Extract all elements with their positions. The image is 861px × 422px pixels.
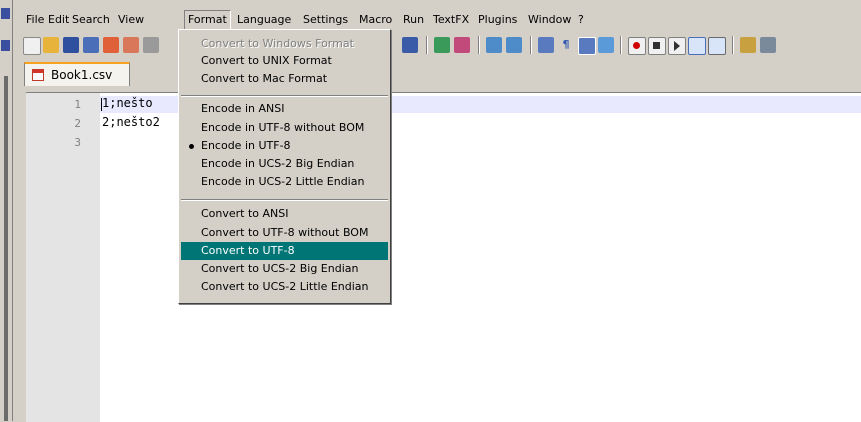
menu-textfx[interactable]: TextFX (433, 13, 469, 26)
plugin-tool-icon[interactable] (740, 37, 756, 53)
zoom-out-icon[interactable] (454, 37, 470, 53)
toolbar-separator (478, 36, 480, 54)
stop-macro-icon[interactable] (648, 37, 666, 55)
menu-item-convert-to-ucs2-little-endian[interactable]: Convert to UCS-2 Little Endian (181, 278, 388, 296)
menu-item-convert-to-mac-format[interactable]: Convert to Mac Format (181, 70, 388, 88)
menu-window[interactable]: Window (528, 13, 571, 26)
indent-guide-icon[interactable] (578, 37, 596, 55)
save-all-icon[interactable] (83, 37, 99, 53)
replace-icon[interactable] (402, 37, 418, 53)
word-wrap-icon[interactable] (538, 37, 554, 53)
menu-item-encode-in-ucs2-big-endian[interactable]: Encode in UCS-2 Big Endian (181, 155, 388, 173)
run-macro-multiple-icon[interactable] (688, 37, 706, 55)
toolbar-separator (620, 36, 622, 54)
menu-separator (181, 95, 388, 97)
menu-separator (181, 199, 388, 201)
menu-file[interactable]: File (26, 13, 44, 26)
menu-help[interactable]: ? (578, 13, 584, 26)
tab-book1-csv[interactable]: Book1.csv (24, 62, 130, 86)
user-language-icon[interactable] (598, 37, 614, 53)
menu-item-convert-to-windows-format: Convert to Windows Format (201, 37, 354, 50)
app-icon (1, 8, 10, 19)
toolbar: ¶ (12, 31, 861, 59)
save-icon[interactable] (63, 37, 79, 53)
menu-item-convert-to-unix-format[interactable]: Convert to UNIX Format (181, 52, 388, 70)
open-file-icon[interactable] (43, 37, 59, 53)
tab-label: Book1.csv (51, 68, 113, 82)
close-icon[interactable] (103, 37, 119, 53)
menu-item-encode-in-utf8-without-bom[interactable]: Encode in UTF-8 without BOM (181, 119, 388, 137)
play-macro-icon[interactable] (668, 37, 686, 55)
file-modified-icon (32, 69, 44, 81)
menu-bar: File Edit Search View Format Language Se… (12, 10, 861, 30)
menu-plugins[interactable]: Plugins (478, 13, 517, 26)
toolbar-separator (530, 36, 532, 54)
toolbar-separator (732, 36, 734, 54)
show-all-characters-icon[interactable]: ¶ (558, 37, 574, 53)
format-dropdown-menu: Convert to Windows Format Convert to UNI… (178, 29, 391, 304)
sync-vertical-icon[interactable] (486, 37, 502, 53)
menu-view[interactable]: View (118, 13, 144, 26)
toolbar-separator (426, 36, 428, 54)
menu-edit[interactable]: Edit (48, 13, 69, 26)
menu-item-encode-in-ansi[interactable]: Encode in ANSI (181, 100, 388, 118)
line-number-gutter: 1 2 3 (26, 93, 100, 422)
line-number: 1 (74, 98, 81, 111)
menu-search[interactable]: Search (72, 13, 110, 26)
new-file-icon[interactable] (23, 37, 41, 55)
close-all-icon[interactable] (123, 37, 139, 53)
menu-language[interactable]: Language (237, 13, 291, 26)
plugin-tool-2-icon[interactable] (760, 37, 776, 53)
record-macro-icon[interactable] (628, 37, 646, 55)
line-number: 3 (74, 136, 81, 149)
menu-format[interactable]: Format (184, 10, 231, 30)
menu-item-encode-in-utf8[interactable]: Encode in UTF-8 (181, 137, 388, 155)
menu-item-convert-to-ucs2-big-endian[interactable]: Convert to UCS-2 Big Endian (181, 260, 388, 278)
editor-area[interactable]: 1 2 3 1;nešto 2;nešto2 (26, 92, 861, 422)
tab-bar: Book1.csv (12, 62, 861, 87)
menu-settings[interactable]: Settings (303, 13, 348, 26)
menu-item-encode-in-ucs2-little-endian[interactable]: Encode in UCS-2 Little Endian (181, 173, 388, 191)
zoom-in-icon[interactable] (434, 37, 450, 53)
left-scrollbar[interactable] (4, 76, 8, 421)
sync-horizontal-icon[interactable] (506, 37, 522, 53)
new-window-icon (1, 40, 10, 51)
line-number: 2 (74, 117, 81, 130)
save-macro-icon[interactable] (708, 37, 726, 55)
menu-item-encode-in-utf8-row[interactable]: Encode in UTF-8 (181, 137, 388, 155)
menu-macro[interactable]: Macro (359, 13, 392, 26)
menu-item-convert-to-utf8[interactable]: Convert to UTF-8 (181, 242, 388, 260)
menu-item-convert-to-utf8-without-bom[interactable]: Convert to UTF-8 without BOM (181, 224, 388, 242)
menu-run[interactable]: Run (403, 13, 424, 26)
print-icon[interactable] (143, 37, 159, 53)
menu-item-convert-to-ansi[interactable]: Convert to ANSI (181, 205, 388, 223)
code-line[interactable]: 2;nešto2 (102, 115, 160, 129)
code-line[interactable]: 1;nešto (102, 96, 153, 110)
